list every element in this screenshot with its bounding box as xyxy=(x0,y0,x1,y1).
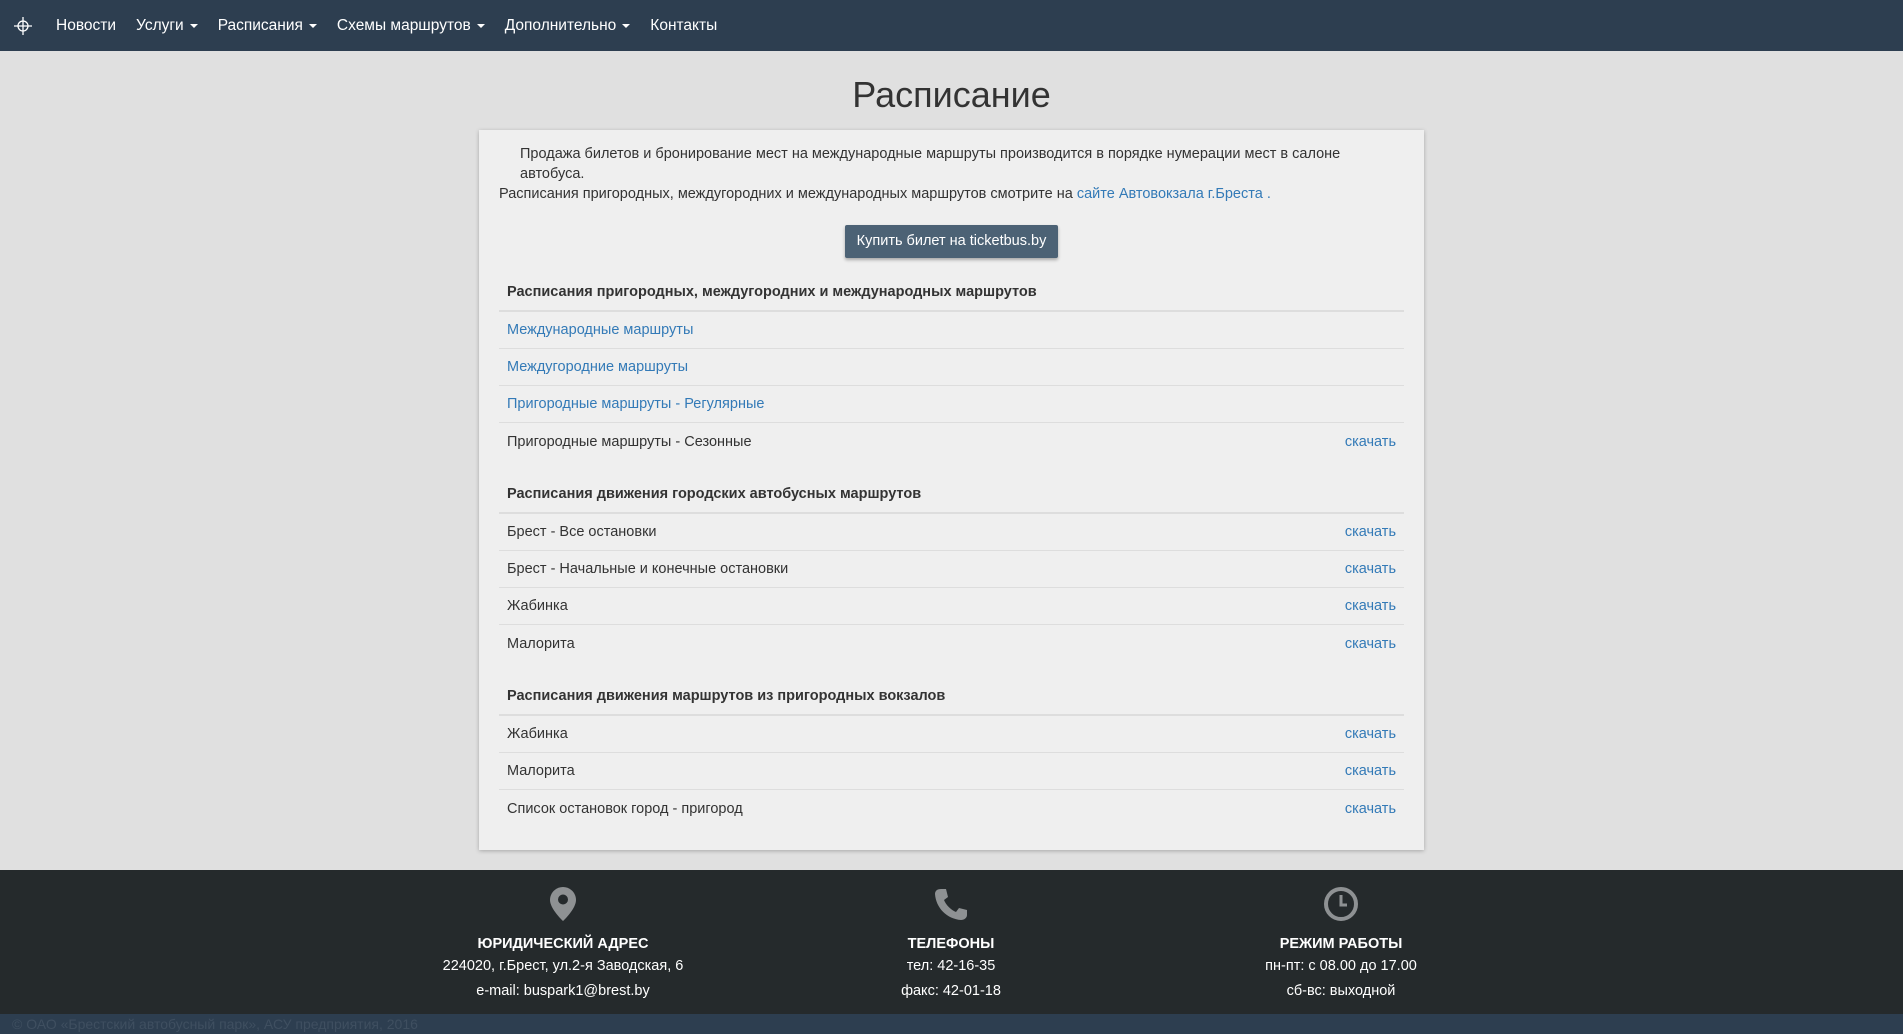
phone-number: тел: 42-16-35 xyxy=(906,958,996,974)
nav-contacts-label: Контакты xyxy=(650,16,718,34)
download-link[interactable]: скачать xyxy=(1345,801,1396,817)
buy-ticket-button[interactable]: Купить билет на ticketbus.by xyxy=(844,225,1059,258)
bus-station-site-link[interactable]: сайте Автовокзала г.Бреста xyxy=(1077,186,1263,202)
schedule-section: Расписания пригородных, междугородних и … xyxy=(499,284,1404,460)
footer: ЮРИДИЧЕСКИЙ АДРЕС 224020, г.Брест, ул.2-… xyxy=(0,870,1903,1014)
hours-weekdays: пн-пт: с 08.00 до 17.00 xyxy=(1265,958,1417,974)
phone-icon xyxy=(801,884,1101,924)
schedule-row: Малорита скачать xyxy=(499,753,1404,790)
schedule-row: Жабинка скачать xyxy=(499,716,1404,753)
schedule-name: Список остановок город - пригород xyxy=(507,800,743,817)
nav-contacts[interactable]: Контакты xyxy=(650,17,717,35)
nav-news-label: Новости xyxy=(56,16,117,34)
schedule-name: Жабинка xyxy=(507,726,568,742)
caret-down-icon xyxy=(622,23,631,28)
schedule-section: Расписания движения городских автобусных… xyxy=(499,486,1404,662)
schedule-link[interactable]: Междугородние маршруты xyxy=(507,359,688,375)
schedule-row: Международные маршруты xyxy=(499,312,1404,349)
schedule-name: Брест - Начальные и конечные остановки xyxy=(507,561,789,577)
fax-number: факс: 42-01-18 xyxy=(901,983,1001,999)
caret-down-icon xyxy=(308,23,317,28)
clock-icon xyxy=(1191,884,1491,924)
intro-line-2: Расписания пригородных, междугородних и … xyxy=(499,184,1404,204)
section-heading: Расписания движения городских автобусных… xyxy=(499,486,1404,514)
nav-schedules-label: Расписания xyxy=(217,16,303,34)
schedule-row: Жабинка скачать xyxy=(499,588,1404,625)
schedule-name: Брест - Все остановки xyxy=(507,524,657,540)
nav-services-label: Услуги xyxy=(136,16,184,34)
schedule-link[interactable]: Международные маршруты xyxy=(507,322,693,338)
schedule-row: Пригородные маршруты - Сезонные скачать xyxy=(499,423,1404,460)
schedule-row: Брест - Начальные и конечные остановки ск… xyxy=(499,551,1404,588)
compass-icon[interactable] xyxy=(12,15,34,37)
address-email: e-mail: buspark1@brest.by xyxy=(476,983,650,999)
phones-heading: ТЕЛЕФОНЫ xyxy=(907,936,995,952)
nav-services-dropdown[interactable]: Услуги xyxy=(136,17,198,35)
section-heading: Расписания пригородных, междугородних и … xyxy=(499,284,1404,312)
hours-heading: РЕЖИМ РАБОТЫ xyxy=(1279,936,1403,952)
caret-down-icon xyxy=(189,23,198,28)
intro-line-1: Продажа билетов и бронирование мест на м… xyxy=(520,146,1341,182)
footer-phones: ТЕЛЕФОНЫ тел: 42-16-35 факс: 42-01-18 xyxy=(801,884,1101,1004)
hours-weekend: сб-вс: выходной xyxy=(1286,983,1396,999)
footer-address: ЮРИДИЧЕСКИЙ АДРЕС 224020, г.Брест, ул.2-… xyxy=(413,884,713,1004)
page-title: Расписание xyxy=(852,74,1051,115)
download-link[interactable]: скачать xyxy=(1345,524,1396,540)
schedule-link[interactable]: Пригородные маршруты - Регулярные xyxy=(507,396,764,412)
nav-schedules-dropdown[interactable]: Расписания xyxy=(218,17,317,35)
schedule-section: Расписания движения маршрутов из пригоро… xyxy=(499,688,1404,827)
nav-news[interactable]: Новости xyxy=(56,17,116,35)
schedule-row: Пригородные маршруты - Регулярные xyxy=(499,386,1404,423)
intro-line-2-prefix: Расписания пригородных, междугородних и … xyxy=(499,186,1077,202)
address-heading: ЮРИДИЧЕСКИЙ АДРЕС xyxy=(477,936,649,952)
download-link[interactable]: скачать xyxy=(1345,434,1396,450)
download-link[interactable]: скачать xyxy=(1345,598,1396,614)
schedule-row: Брест - Все остановки скачать xyxy=(499,514,1404,551)
schedule-name: Малорита xyxy=(507,763,575,779)
schedule-row: Малорита скачать xyxy=(499,625,1404,662)
download-link[interactable]: скачать xyxy=(1345,636,1396,652)
schedule-row: Список остановок город - пригород скачать xyxy=(499,790,1404,827)
top-navbar: Новости Услуги Расписания Схемы маршруто… xyxy=(0,0,1903,51)
footer-hours: РЕЖИМ РАБОТЫ пн-пт: с 08.00 до 17.00 сб-… xyxy=(1191,884,1491,1004)
intro-text: Продажа билетов и бронирование мест на м… xyxy=(499,144,1404,204)
nav-route-maps-label: Схемы маршрутов xyxy=(336,16,471,34)
schedule-name: Малорита xyxy=(507,635,575,652)
download-link[interactable]: скачать xyxy=(1345,726,1396,742)
schedule-name: Пригородные маршруты - Сезонные xyxy=(507,433,752,450)
schedule-row: Междугородние маршруты xyxy=(499,349,1404,386)
schedule-card: Продажа билетов и бронирование мест на м… xyxy=(479,130,1424,850)
intro-line-2-suffix[interactable]: . xyxy=(1263,186,1271,202)
schedule-name: Жабинка xyxy=(507,598,568,614)
map-marker-icon xyxy=(413,884,713,924)
caret-down-icon xyxy=(476,23,485,28)
copyright: © ОАО «Брестский автобусный парк», АСУ п… xyxy=(0,1014,1903,1034)
nav-route-maps-dropdown[interactable]: Схемы маршрутов xyxy=(337,17,485,35)
nav-additional-label: Дополнительно xyxy=(504,16,617,34)
section-heading: Расписания движения маршрутов из пригоро… xyxy=(499,688,1404,716)
download-link[interactable]: скачать xyxy=(1345,561,1396,577)
nav-additional-dropdown[interactable]: Дополнительно xyxy=(505,17,631,35)
address-line: 224020, г.Брест, ул.2-я Заводская, 6 xyxy=(442,958,684,974)
download-link[interactable]: скачать xyxy=(1345,763,1396,779)
